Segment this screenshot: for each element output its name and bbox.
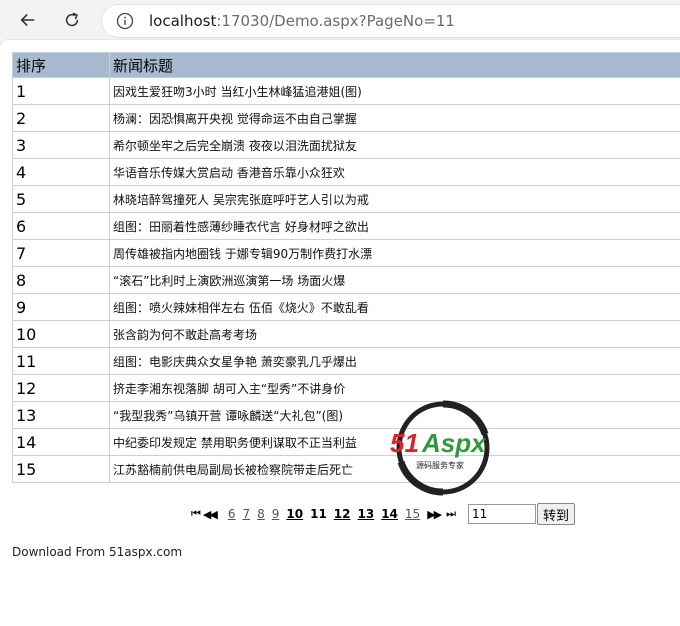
- row-order: 7: [12, 239, 110, 267]
- row-title: 张含韵为何不敢赴高考考场: [109, 320, 680, 348]
- table-row: 2 杨澜：因恐惧离开央视 觉得命运不由自己掌握: [12, 104, 680, 132]
- next-page-button[interactable]: ▶▶: [427, 507, 442, 521]
- page-link[interactable]: 13: [358, 507, 375, 521]
- table-row: 5 林晓培醉驾撞死人 吴宗宪张庭呼吁艺人引以为戒: [12, 185, 680, 213]
- table-row: 15 江苏豁楠前供电局副局长被检察院带走后死亡: [12, 455, 680, 483]
- address-bar[interactable]: localhost:17030/Demo.aspx?PageNo=11: [102, 5, 680, 37]
- page-link[interactable]: 14: [381, 507, 398, 521]
- news-table: 排序 新闻标题 1 因戏生爱狂吻3小时 当红小生林峰猛追港姐(图) 2 杨澜：因恐惧离…: [12, 52, 680, 483]
- first-page-button[interactable]: ⏮: [191, 507, 201, 521]
- row-order: 10: [12, 320, 110, 348]
- row-title: 组图：电影庆典众女星争艳 萧奕豪乳几乎爆出: [109, 347, 680, 375]
- last-page-icon: ⏭: [446, 507, 456, 520]
- row-title: 杨澜：因恐惧离开央视 觉得命运不由自己掌握: [109, 104, 680, 132]
- row-order: 2: [12, 104, 110, 132]
- watermark-tagline: 源码服务专家: [416, 460, 464, 470]
- page-current: 11: [310, 507, 327, 521]
- reload-icon: [65, 12, 79, 27]
- pager: ⏮ ◀◀ 6789 10 11 12 13 14 15 ▶▶ ⏭ 转到: [191, 502, 576, 526]
- row-order: 14: [12, 428, 110, 456]
- last-page-button[interactable]: ⏭: [446, 507, 456, 521]
- url-host: localhost: [149, 12, 217, 30]
- column-header-order: 排序: [12, 52, 110, 78]
- arrow-left-icon: [20, 14, 35, 26]
- page-link[interactable]: 10: [286, 507, 303, 521]
- watermark-brand-b: Aspx: [421, 428, 487, 458]
- browser-toolbar: localhost:17030/Demo.aspx?PageNo=11: [0, 0, 680, 40]
- table-row: 6 组图：田丽着性感薄纱睡衣代言 好身材呼之欲出: [12, 212, 680, 240]
- row-title: 因戏生爱狂吻3小时 当红小生林峰猛追港姐(图): [109, 77, 680, 105]
- page-link[interactable]: 7: [242, 507, 250, 521]
- page-link[interactable]: 6: [228, 507, 236, 521]
- row-title: 周传雄被指内地圈钱 于娜专辑90万制作费打水漂: [109, 239, 680, 267]
- row-order: 12: [12, 374, 110, 402]
- goto-button[interactable]: 转到: [537, 503, 576, 525]
- table-row: 12 挤走李湘东视落脚 胡可入主“型秀”不讲身价: [12, 374, 680, 402]
- prev-page-icon: ◀◀: [202, 507, 218, 521]
- reload-button[interactable]: [58, 6, 86, 34]
- table-row: 4 华语音乐传媒大赏启动 香港音乐靠小众狂欢: [12, 158, 680, 186]
- goto-page-input[interactable]: [468, 504, 537, 524]
- next-page-icon: ▶▶: [427, 507, 442, 521]
- row-title: 希尔顿坐牢之后完全崩溃 夜夜以泪洗面扰狱友: [109, 131, 680, 159]
- table-header-row: 排序 新闻标题: [12, 52, 680, 78]
- page-link[interactable]: 15: [405, 507, 420, 521]
- page-link[interactable]: 9: [272, 507, 280, 521]
- row-title: 组图：喷火辣妹相伴左右 伍佰《烧火》不敢乱看: [109, 293, 680, 321]
- row-order: 8: [12, 266, 110, 294]
- row-title: 华语音乐传媒大赏启动 香港音乐靠小众狂欢: [109, 158, 680, 186]
- table-row: 14 中纪委印发规定 禁用职务便利谋取不正当利益: [12, 428, 680, 456]
- row-order: 3: [12, 131, 110, 159]
- row-order: 9: [12, 293, 110, 321]
- page-links: 6 7 8 9 10 11 12 13 14 15: [228, 507, 427, 521]
- row-order: 11: [12, 347, 110, 375]
- row-order: 6: [12, 212, 110, 240]
- row-order: 1: [12, 77, 110, 105]
- table-row: 9 组图：喷火辣妹相伴左右 伍佰《烧火》不敢乱看: [12, 293, 680, 321]
- page-content: 排序 新闻标题 1 因戏生爱狂吻3小时 当红小生林峰猛追港姐(图) 2 杨澜：因恐惧离…: [0, 40, 680, 626]
- table-row: 11 组图：电影庆典众女星争艳 萧奕豪乳几乎爆出: [12, 347, 680, 375]
- url-path: :17030/Demo.aspx?PageNo=11: [216, 12, 455, 30]
- footer-text: Download From 51aspx.com: [12, 545, 183, 559]
- row-title: “滚石”比利时上演欧洲巡演第一场 场面火爆: [109, 266, 680, 294]
- table-row: 1 因戏生爱狂吻3小时 当红小生林峰猛追港姐(图): [12, 77, 680, 105]
- row-title: 组图：田丽着性感薄纱睡衣代言 好身材呼之欲出: [109, 212, 680, 240]
- column-header-title: 新闻标题: [109, 52, 680, 78]
- page-link[interactable]: 12: [334, 507, 351, 521]
- row-order: 15: [12, 455, 110, 483]
- watermark-logo: 51 Aspx 源码服务专家: [390, 400, 490, 496]
- table-row: 8 “滚石”比利时上演欧洲巡演第一场 场面火爆: [12, 266, 680, 294]
- table-row: 13 “我型我秀”乌镇开营 谭咏麟送“大礼包”(图): [12, 401, 680, 429]
- first-page-icon: ⏮: [191, 507, 201, 520]
- watermark-brand-a: 51: [390, 428, 419, 458]
- prev-page-button[interactable]: ◀◀: [202, 507, 218, 521]
- back-button[interactable]: [14, 6, 42, 34]
- row-order: 5: [12, 185, 110, 213]
- info-icon[interactable]: [116, 12, 134, 30]
- url-text[interactable]: localhost:17030/Demo.aspx?PageNo=11: [149, 12, 455, 30]
- table-row: 10 张含韵为何不敢赴高考考场: [12, 320, 680, 348]
- row-order: 13: [12, 401, 110, 429]
- page-link[interactable]: 8: [257, 507, 265, 521]
- table-row: 3 希尔顿坐牢之后完全崩溃 夜夜以泪洗面扰狱友: [12, 131, 680, 159]
- table-row: 7 周传雄被指内地圈钱 于娜专辑90万制作费打水漂: [12, 239, 680, 267]
- row-title: 林晓培醉驾撞死人 吴宗宪张庭呼吁艺人引以为戒: [109, 185, 680, 213]
- row-order: 4: [12, 158, 110, 186]
